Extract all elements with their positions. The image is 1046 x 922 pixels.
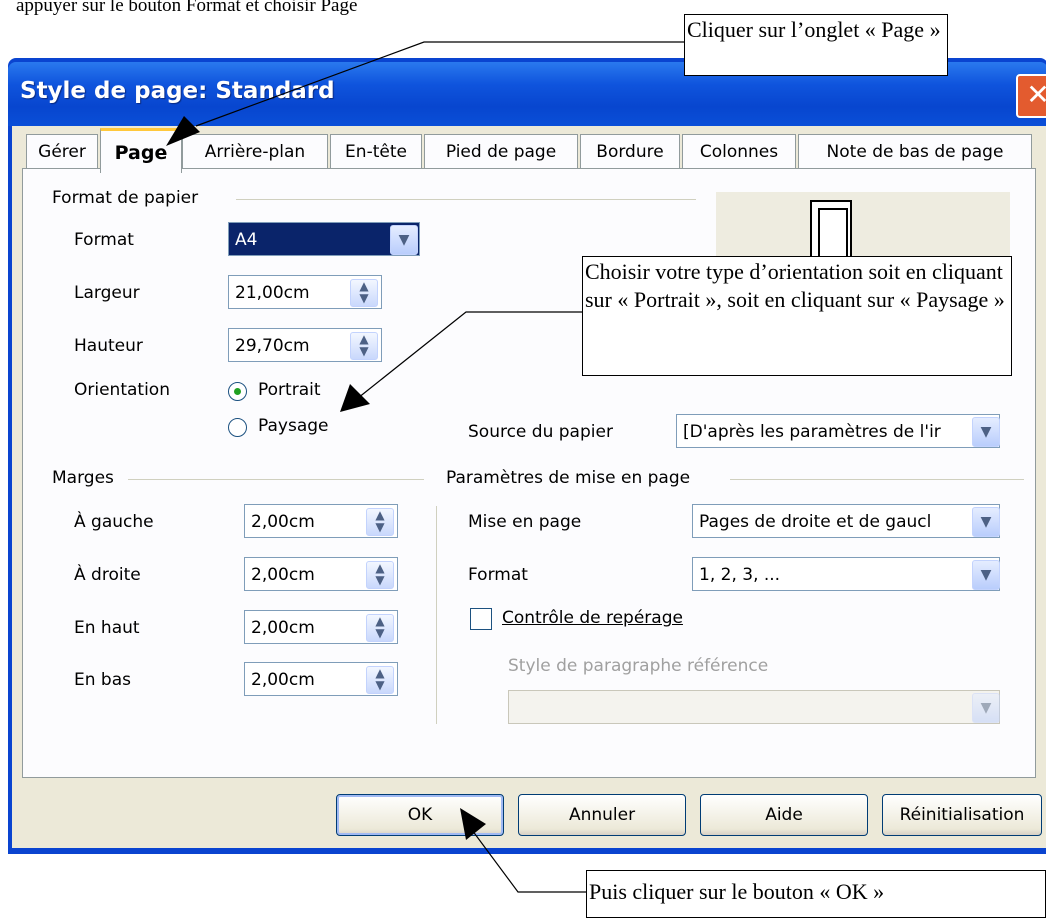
margin-top-label: En haut <box>74 618 140 638</box>
page-layout-value: Pages de droite et de gaucl <box>699 512 932 532</box>
callout-ok-instruction: Puis cliquer sur le bouton « OK » <box>586 870 1046 918</box>
tab-bordure[interactable]: Bordure <box>580 134 680 169</box>
portrait-label[interactable]: Portrait <box>258 380 321 400</box>
document-text-above: appuyer sur le bouton Format et choisir … <box>16 0 358 16</box>
numbering-format-chevron-icon[interactable]: ▼ <box>972 560 1000 590</box>
height-field-value: 29,70cm <box>235 336 310 356</box>
tab-page[interactable]: Page <box>100 128 182 173</box>
width-field-value: 21,00cm <box>235 283 310 303</box>
margin-bottom-value: 2,00cm <box>251 670 315 690</box>
register-label[interactable]: Contrôle de repérage <box>502 608 683 628</box>
callout-tab-instruction: Cliquer sur l’onglet « Page » <box>684 14 948 76</box>
margin-right-label: À droite <box>74 565 141 585</box>
format-label: Format <box>74 230 134 250</box>
paper-source-chevron-icon[interactable]: ▼ <box>972 417 1000 447</box>
help-button[interactable]: Aide <box>700 794 868 836</box>
paper-source-select[interactable]: [D'après les paramètres de l'ir <box>676 414 1000 448</box>
orientation-label: Orientation <box>74 380 170 400</box>
reset-button[interactable]: Réinitialisation <box>882 794 1042 836</box>
format-select-value: A4 <box>235 230 258 250</box>
format-dropdown-chevron-icon[interactable]: ▼ <box>390 225 418 255</box>
layout-section-title: Paramètres de mise en page <box>446 468 691 488</box>
landscape-label[interactable]: Paysage <box>258 416 329 436</box>
portrait-radio[interactable] <box>228 382 247 401</box>
margin-left-value: 2,00cm <box>251 512 315 532</box>
ref-style-chevron-icon: ▼ <box>972 693 1000 723</box>
landscape-radio[interactable] <box>228 418 247 437</box>
paper-format-section-title: Format de papier <box>52 188 199 208</box>
margins-section-title: Marges <box>52 468 114 488</box>
tab-gerer[interactable]: Gérer <box>26 134 98 169</box>
page-layout-select[interactable]: Pages de droite et de gaucl <box>692 504 1000 538</box>
height-spin-icon[interactable]: ▲ ▼ <box>350 332 378 360</box>
margin-bottom-spin-icon[interactable]: ▲ ▼ <box>366 666 394 694</box>
dialog-title: Style de page: Standard <box>20 78 335 104</box>
width-label: Largeur <box>74 283 140 303</box>
register-checkbox[interactable] <box>470 608 492 630</box>
margins-separator <box>128 479 424 480</box>
ref-style-label: Style de paragraphe référence <box>508 656 769 676</box>
tab-note-de-bas-de-page[interactable]: Note de bas de page <box>798 134 1032 169</box>
margin-left-label: À gauche <box>74 512 154 532</box>
numbering-format-label: Format <box>468 565 528 585</box>
margin-left-spin-icon[interactable]: ▲ ▼ <box>366 508 394 536</box>
tab-colonnes[interactable]: Colonnes <box>682 134 796 169</box>
margin-top-value: 2,00cm <box>251 618 315 638</box>
preview-page-margins <box>818 208 848 262</box>
width-spin-icon[interactable]: ▲ ▼ <box>350 279 378 307</box>
tab-en-tete[interactable]: En-tête <box>330 134 422 169</box>
page-layout-chevron-icon[interactable]: ▼ <box>972 507 1000 537</box>
radio-checked-dot <box>234 388 241 395</box>
tab-pied-de-page[interactable]: Pied de page <box>424 134 578 169</box>
numbering-format-value: 1, 2, 3, ... <box>699 565 781 585</box>
layout-separator <box>730 479 1024 480</box>
page-layout-label: Mise en page <box>468 512 582 532</box>
close-button[interactable]: ✕ <box>1016 74 1046 118</box>
margin-right-spin-icon[interactable]: ▲ ▼ <box>366 561 394 589</box>
cancel-button[interactable]: Annuler <box>518 794 686 836</box>
ok-button[interactable]: OK <box>336 794 504 836</box>
numbering-format-select[interactable]: 1, 2, 3, ... <box>692 557 1000 591</box>
margin-bottom-label: En bas <box>74 670 131 690</box>
ref-style-select <box>508 690 1000 724</box>
section-divider <box>436 506 437 724</box>
height-label: Hauteur <box>74 336 143 356</box>
paper-source-value: [D'après les paramètres de l'ir <box>683 422 941 442</box>
paper-format-separator <box>236 199 696 200</box>
paper-source-label: Source du papier <box>468 422 613 442</box>
tab-arriere-plan[interactable]: Arrière-plan <box>182 134 328 169</box>
margin-right-value: 2,00cm <box>251 565 315 585</box>
callout-orientation-instruction: Choisir votre type d’orientation soit en… <box>582 256 1012 376</box>
margin-top-spin-icon[interactable]: ▲ ▼ <box>366 614 394 642</box>
